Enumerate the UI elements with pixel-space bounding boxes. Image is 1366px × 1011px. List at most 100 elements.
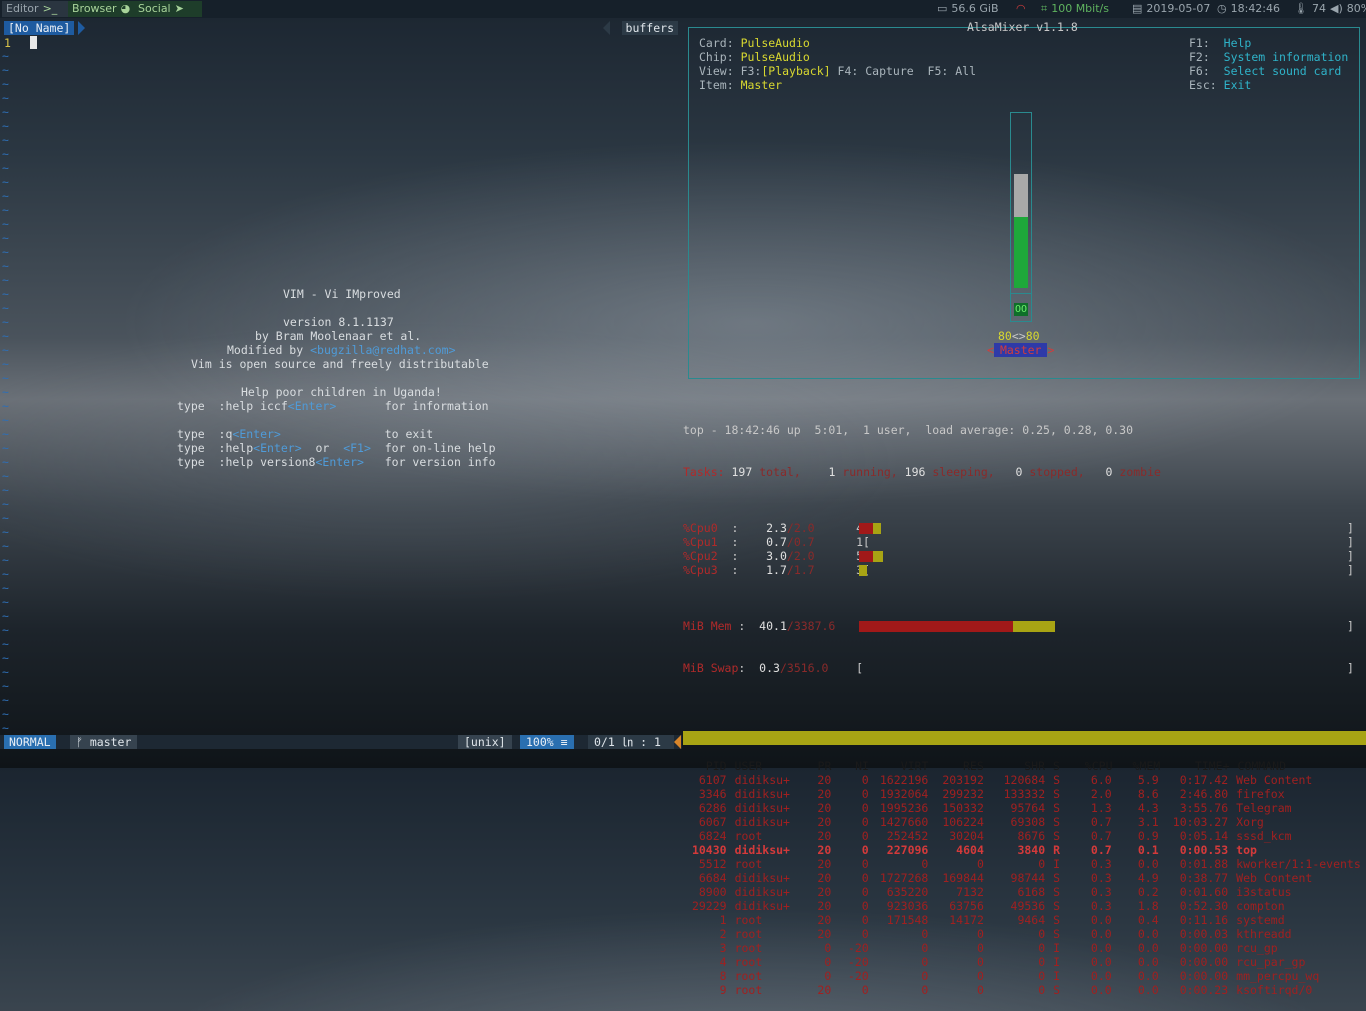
process-cell: systemd — [1236, 913, 1285, 927]
workspace-editor[interactable]: Editor >_ — [2, 1, 76, 17]
process-cell: 1 — [719, 913, 727, 927]
mem-line: MiB Mem : 40.1/3387.6 [] — [683, 619, 1354, 633]
cursor-position: 0/1 ㏑ : 1 — [588, 735, 674, 749]
process-cell: 7132 — [956, 885, 984, 899]
process-cell: 98744 — [1010, 871, 1046, 885]
process-cell: 0.9 — [1137, 829, 1159, 843]
process-cell: 0 — [1038, 969, 1046, 983]
process-cell: didiksu+ — [734, 801, 790, 815]
control-name[interactable]: < Master > — [987, 343, 1054, 357]
process-cell: 95764 — [1010, 801, 1046, 815]
process-cell: 69308 — [1010, 815, 1046, 829]
intro-uganda: Help poor children in Uganda! — [241, 385, 442, 399]
process-cell: 20 — [817, 787, 832, 801]
process-cell: 150332 — [942, 801, 984, 815]
process-cell: 203192 — [942, 773, 984, 787]
process-cell: 299232 — [942, 787, 984, 801]
volume-slider[interactable]: OO — [1010, 112, 1032, 322]
process-cell: S — [1053, 829, 1061, 843]
alsamixer-info: Card: PulseAudio Chip: PulseAudio View: … — [699, 36, 977, 92]
clock-status: ◷ 18:42:46 — [1217, 2, 1281, 15]
process-cell: 3840 — [1017, 843, 1046, 857]
process-row[interactable]: 6684 didiksu+ 20 0 1727268 169844 98744 S 0.3 4.9… — [683, 871, 1366, 885]
mute-toggle[interactable]: OO — [1014, 303, 1028, 316]
process-cell: 0 — [824, 941, 832, 955]
process-cell: didiksu+ — [734, 815, 790, 829]
process-row[interactable]: 1 root 20 0 171548 14172 9464 S 0.0 0.4 0:11.16 sys… — [683, 913, 1366, 927]
process-cell: root — [734, 955, 763, 969]
disk-icon: ▭ — [937, 2, 948, 15]
process-cell: 0:38.77 — [1179, 871, 1229, 885]
process-cell: sssd_kcm — [1236, 829, 1292, 843]
process-cell: 0.0 — [1137, 983, 1159, 997]
process-row[interactable]: 29229 didiksu+ 20 0 923036 63756 49536 S 0.3 1.8 0… — [683, 899, 1366, 913]
column-header: %CPU — [1084, 759, 1113, 773]
column-header: NI — [855, 759, 869, 773]
process-cell: 2 — [719, 927, 727, 941]
process-row[interactable]: 9 root 20 0 0 0 0 S 0.0 0.0 0:00.23 ksoftirqd/0 — [683, 983, 1366, 997]
process-cell: 0.3 — [1090, 871, 1112, 885]
process-row[interactable]: 8 root 0 -20 0 0 0 I 0.0 0.0 0:00.00 mm_percpu_wq — [683, 969, 1366, 983]
process-cell: 5512 — [698, 857, 727, 871]
process-cell: 0 — [976, 955, 984, 969]
process-cell: 20 — [817, 773, 832, 787]
vim-intro-screen: VIM - Vi IMproved version 8.1.1137 by Br… — [0, 287, 682, 469]
process-cell: root — [734, 927, 763, 941]
alsamixer-window[interactable]: AlsaMixer v1.1.8 Card: PulseAudio Chip: … — [683, 19, 1366, 381]
process-cell: 0.4 — [1137, 913, 1159, 927]
process-cell: Web Content — [1236, 871, 1313, 885]
process-cell: 0.0 — [1090, 941, 1112, 955]
process-cell: top — [1236, 843, 1257, 857]
process-row[interactable]: 5512 root 20 0 0 0 0 I 0.3 0.0 0:01.88 kworker/1:1-… — [683, 857, 1366, 871]
volume-status: ◀)80% — [1330, 2, 1366, 15]
process-cell: root — [734, 983, 763, 997]
process-row[interactable]: 6824 root 20 0 252452 30204 8676 S 0.7 0.9 0:05.14… — [683, 829, 1366, 843]
process-cell: 0 — [976, 941, 984, 955]
process-cell: 0:00.23 — [1179, 983, 1229, 997]
process-cell: 0:17.42 — [1179, 773, 1229, 787]
process-cell: 0:05.14 — [1179, 829, 1229, 843]
process-row[interactable]: 4 root 0 -20 0 0 0 I 0.0 0.0 0:00.00 rcu_par_gp — [683, 955, 1366, 969]
process-row[interactable]: 3346 didiksu+ 20 0 1932064 299232 133332 S 2.0 8.… — [683, 787, 1366, 801]
chip-value: PulseAudio — [740, 50, 810, 64]
process-cell: I — [1053, 955, 1061, 969]
cpu-usage-bar — [859, 523, 881, 534]
process-cell: 0 — [861, 773, 869, 787]
process-cell: 0.7 — [1090, 815, 1112, 829]
process-cell: didiksu+ — [734, 843, 790, 857]
vim-editor[interactable]: [No Name] buffers 1 ~ ~ ~ ~ ~ ~ ~ ~ ~ ~ … — [0, 19, 682, 768]
disk-status: ▭ 56.6 GiB — [937, 2, 999, 15]
process-cell: 0.0 — [1137, 927, 1159, 941]
status-bar: Editor >_ Browser ◕ Social ➤ ▭ 56.6 GiB ◠ ⌗ 1… — [0, 0, 1366, 18]
process-cell: 20 — [817, 829, 832, 843]
telegram-icon: ➤ — [174, 2, 184, 15]
workspace-social[interactable]: Social ➤ — [134, 1, 202, 17]
top-process-monitor[interactable]: top - 18:42:46 up 5:01, 1 user, load ave… — [683, 395, 1366, 997]
vim-tabline: [No Name] buffers — [0, 19, 682, 36]
process-row[interactable]: 2 root 20 0 0 0 0 S 0.0 0.0 0:00.03 kthreadd — [683, 927, 1366, 941]
volume-fill — [1014, 217, 1028, 288]
process-row[interactable]: 6067 didiksu+ 20 0 1427660 106224 69308 S 0.7 3.1… — [683, 815, 1366, 829]
process-cell: root — [734, 829, 763, 843]
process-cell: 4.9 — [1137, 871, 1159, 885]
process-cell: 6684 — [698, 871, 727, 885]
buffer-tab[interactable]: [No Name] — [4, 21, 75, 35]
process-cell: 0:01.60 — [1179, 885, 1229, 899]
process-cell: root — [734, 913, 763, 927]
terminal-icon: >_ — [42, 2, 58, 15]
process-cell: 0.1 — [1137, 843, 1159, 857]
process-cell: 0.0 — [1090, 969, 1112, 983]
process-cell: 0 — [976, 983, 984, 997]
process-row[interactable]: 10430 didiksu+ 20 0 227096 4604 3840 R 0.7 0.1 0:0… — [683, 843, 1366, 857]
process-cell: 3:55.76 — [1179, 801, 1229, 815]
line-number: 1 — [4, 36, 11, 50]
process-cell: 0 — [861, 871, 869, 885]
process-row[interactable]: 6107 didiksu+ 20 0 1622196 203192 120684 S 6.0 5.… — [683, 773, 1366, 787]
process-row[interactable]: 8900 didiksu+ 20 0 635220 7132 6168 S 0.3 0.2 0:01… — [683, 885, 1366, 899]
process-row[interactable]: 3 root 0 -20 0 0 0 I 0.0 0.0 0:00.00 rcu_gp — [683, 941, 1366, 955]
workspace-browser[interactable]: Browser ◕ — [68, 1, 140, 17]
process-row[interactable]: 6286 didiksu+ 20 0 1995236 150332 95764 S 1.3 4.3… — [683, 801, 1366, 815]
intro-license: Vim is open source and freely distributa… — [191, 357, 489, 371]
process-cell: 0.0 — [1137, 941, 1159, 955]
process-cell: 2:46.80 — [1179, 787, 1229, 801]
